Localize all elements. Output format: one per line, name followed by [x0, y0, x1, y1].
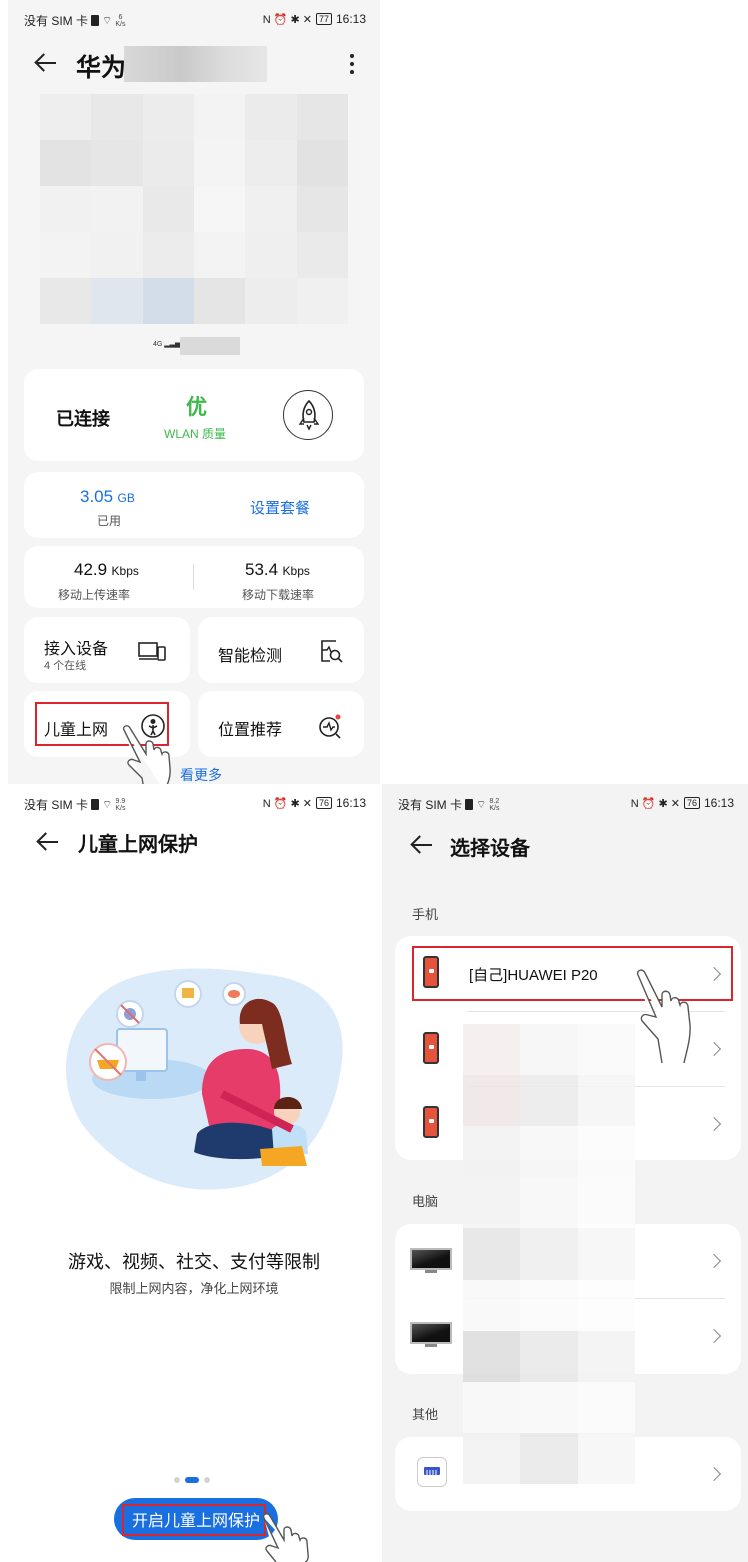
chevron-right-icon[interactable] [706, 1328, 722, 1344]
quality-grade: 优 [186, 396, 207, 419]
sim-icon [465, 799, 474, 810]
select-device-screen: 没有 SIM 卡 ⌔ 8.2 K/s N ⏰ ✱ ✕ 76 16:13 选择设备 … [382, 784, 748, 1562]
net-speed: 6 K/s [115, 13, 126, 28]
data-used-label: 已用 [97, 514, 122, 528]
section-label-pc: 电脑 [412, 1194, 439, 1209]
set-plan-button[interactable]: 设置套餐 [250, 497, 310, 518]
diagnose-icon [318, 638, 344, 669]
redacted-device-names [463, 1024, 635, 1484]
section-label-phone: 手机 [412, 907, 439, 922]
net-speed: 8.2 K/s [489, 797, 500, 812]
back-arrow-icon[interactable] [34, 53, 58, 73]
wifi-icon: ⌔ [476, 798, 487, 811]
connection-card: 已连接 优 WLAN 质量 [24, 369, 364, 461]
data-usage-card: 3.05 GB 已用 设置套餐 [24, 472, 364, 538]
speed-card: 42.9 Kbps 移动上传速率 53.4 Kbps 移动下载速率 [24, 546, 364, 608]
status-bar: 没有 SIM 卡 ⌔ 6 K/s N ⏰ ✱ ✕ 77 16:13 [8, 0, 380, 30]
chevron-right-icon[interactable] [706, 1116, 722, 1132]
feature-headline: 游戏、视频、社交、支付等限制 [68, 1252, 320, 1272]
download-label: 移动下载速率 [242, 588, 315, 602]
tap-hand-icon [122, 725, 171, 784]
indicator-dot [204, 1477, 210, 1483]
redacted-name [124, 46, 267, 82]
kids-protection-screen: 没有 SIM 卡 ⌔ 9.9 K/s N ⏰ ✱ ✕ 76 16:13 儿童上网保… [8, 784, 380, 1562]
upload-label: 移动上传速率 [58, 588, 131, 602]
carrier-text: 没有 SIM 卡 [398, 798, 463, 812]
back-arrow-icon[interactable] [410, 835, 434, 855]
clock: 16:13 [703, 796, 734, 810]
sim-icon [91, 15, 100, 26]
indicator-dot [174, 1477, 180, 1483]
page-title: 华为 [76, 54, 127, 82]
signal-position-icon [316, 712, 344, 745]
router-icon [417, 1457, 447, 1487]
clock: 16:13 [335, 796, 366, 810]
carrier-text: 没有 SIM 卡 [24, 798, 89, 812]
tap-hand-icon [636, 969, 691, 1064]
tile-position[interactable]: 位置推荐 [198, 691, 364, 757]
system-icons: N ⏰ ✱ ✕ [630, 797, 680, 810]
signal-icon: 4G ▂▃▅ [153, 341, 181, 348]
page-title: 儿童上网保护 [78, 834, 198, 856]
system-icons: N ⏰ ✱ ✕ [262, 797, 312, 810]
phone-icon [423, 1106, 439, 1138]
battery-icon: 76 [683, 797, 700, 809]
quality-label: WLAN 质量 [164, 427, 227, 441]
download-speed: 53.4 Kbps [245, 560, 310, 579]
devices-icon [138, 641, 166, 668]
feature-subline: 限制上网内容，净化上网环境 [109, 1281, 279, 1296]
data-used-value: 3.05 GB [80, 487, 135, 506]
tile-check-label: 智能检测 [218, 648, 283, 665]
battery-icon: 76 [315, 797, 332, 809]
status-bar: 没有 SIM 卡 ⌔ 9.9 K/s N ⏰ ✱ ✕ 76 16:13 [8, 784, 380, 814]
page-title: 选择设备 [450, 838, 530, 860]
carrier-text: 没有 SIM 卡 [24, 14, 89, 28]
mother-child-illustration [65, 968, 343, 1190]
connection-status: 已连接 [56, 409, 110, 429]
phone-icon [423, 1032, 439, 1064]
back-arrow-icon[interactable] [36, 832, 60, 852]
page-indicator [174, 1477, 210, 1483]
highlight-box [122, 1504, 266, 1536]
tile-devices-sub: 4 个在线 [44, 660, 87, 672]
system-icons: N ⏰ ✱ ✕ [262, 13, 312, 26]
net-speed: 9.9 K/s [115, 797, 126, 812]
chevron-right-icon[interactable] [706, 1253, 722, 1269]
tile-position-label: 位置推荐 [218, 722, 283, 739]
tile-check[interactable]: 智能检测 [198, 617, 364, 683]
chevron-right-icon[interactable] [706, 1466, 722, 1482]
section-label-other: 其他 [412, 1407, 439, 1422]
divider [193, 564, 194, 590]
wifi-icon: ⌔ [102, 14, 113, 27]
upload-speed: 42.9 Kbps [74, 560, 139, 579]
tile-devices[interactable]: 接入设备 4 个在线 [24, 617, 190, 683]
monitor-icon [410, 1322, 452, 1348]
indicator-dot-active [185, 1477, 199, 1483]
monitor-icon [410, 1248, 452, 1274]
tile-devices-label: 接入设备 [44, 641, 109, 658]
router-home-screen: 没有 SIM 卡 ⌔ 6 K/s N ⏰ ✱ ✕ 77 16:13 华为 4G ▂… [8, 0, 380, 784]
sim-icon [91, 799, 100, 810]
redacted-router-image [40, 94, 348, 324]
more-vert-icon[interactable] [350, 54, 354, 74]
battery-icon: 77 [315, 13, 332, 25]
tap-hand-icon [262, 1513, 309, 1562]
wifi-icon: ⌔ [102, 798, 113, 811]
clock: 16:13 [335, 12, 366, 26]
rocket-icon[interactable] [283, 390, 333, 440]
status-bar: 没有 SIM 卡 ⌔ 8.2 K/s N ⏰ ✱ ✕ 76 16:13 [382, 784, 748, 814]
redacted-signal-info [180, 337, 240, 355]
